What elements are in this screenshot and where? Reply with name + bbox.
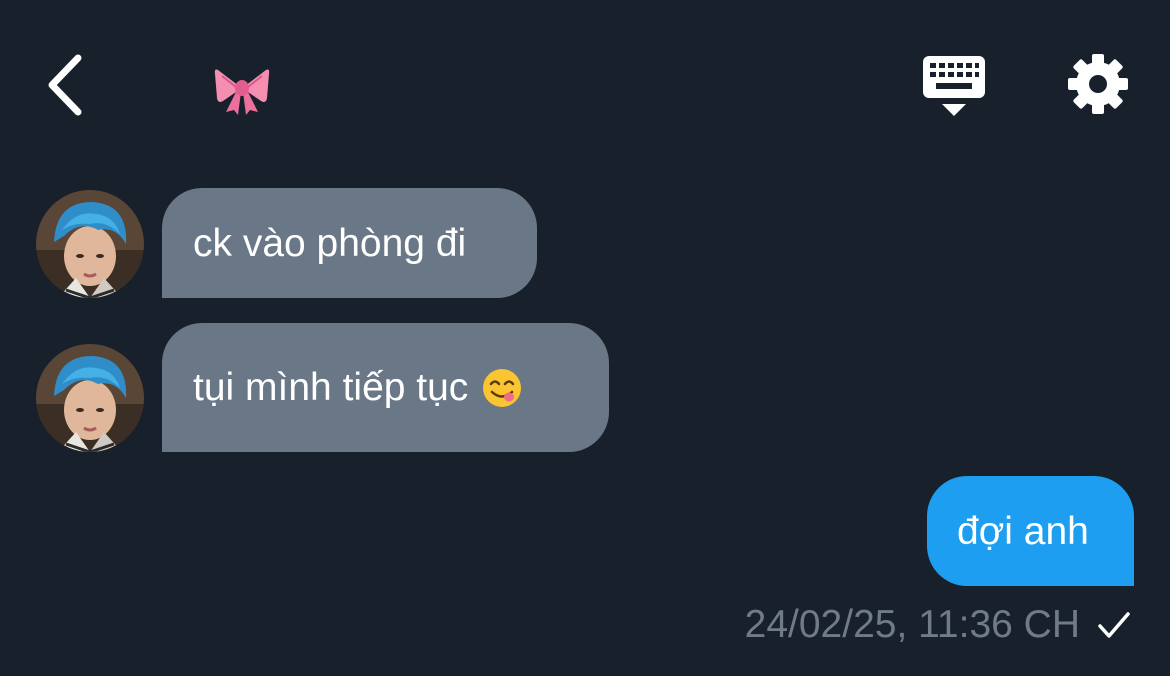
message-status: 24/02/25, 11:36 CH (745, 600, 1134, 650)
keyboard-icon (923, 56, 985, 116)
chevron-left-icon (48, 54, 82, 116)
message-text: tụi mình tiếp tục (193, 366, 469, 409)
keyboard-button[interactable] (918, 50, 990, 122)
savoring-face-emoji-icon (482, 368, 522, 408)
settings-button[interactable] (1062, 48, 1134, 120)
message-timestamp: 24/02/25, 11:36 CH (744, 603, 1080, 646)
back-button[interactable] (36, 48, 100, 120)
avatar-photo (36, 344, 144, 452)
avatar-photo (36, 190, 144, 298)
gear-icon (1068, 54, 1128, 114)
sender-avatar[interactable] (36, 190, 144, 298)
checkmark-icon (1094, 605, 1134, 645)
message-text: ck vào phòng đi (193, 221, 467, 265)
message-text: đợi anh (957, 509, 1089, 553)
ribbon-emoji-icon (212, 60, 272, 116)
outgoing-message-bubble[interactable]: đợi anh (927, 476, 1134, 586)
incoming-message-bubble[interactable]: tụi mình tiếp tục (162, 323, 609, 452)
chat-header (0, 0, 1170, 170)
sender-avatar[interactable] (36, 344, 144, 452)
incoming-message-bubble[interactable]: ck vào phòng đi (162, 188, 537, 298)
